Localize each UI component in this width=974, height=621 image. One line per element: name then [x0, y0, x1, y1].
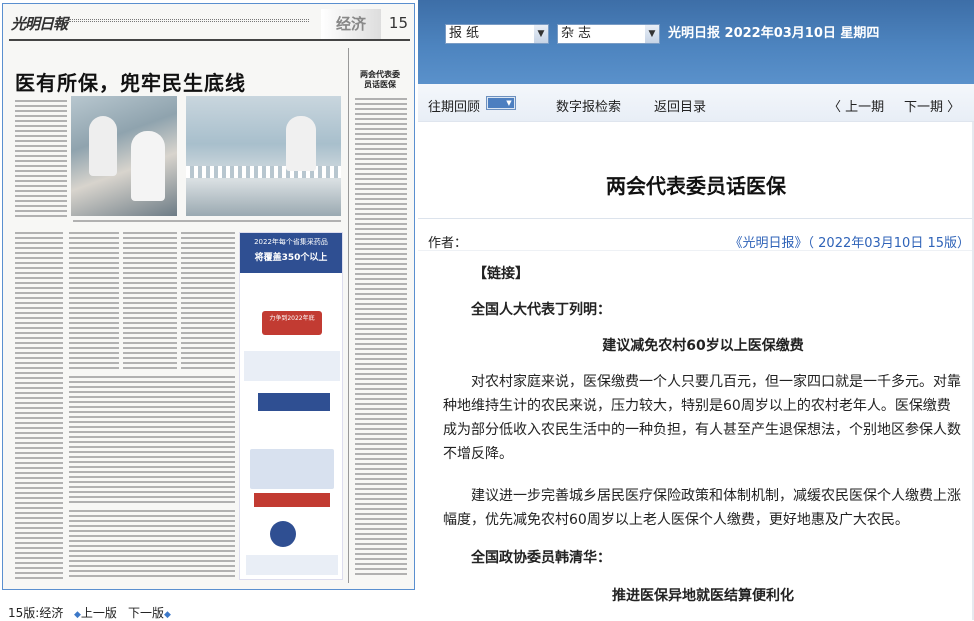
author-label: 作者：: [428, 236, 468, 251]
infographic-title-small: 2022年每个省集采药品: [254, 238, 328, 246]
chevron-down-icon[interactable]: ▼: [504, 98, 514, 108]
calendar-icon[interactable]: [488, 98, 504, 108]
issue-date-line: 光明日报 2022年03月10日 星期四: [668, 26, 880, 41]
next-page-link[interactable]: 下一版◆: [128, 604, 171, 621]
next-issue-link[interactable]: 下一期 〉: [904, 96, 960, 115]
triangle-left-icon: ◆: [74, 610, 81, 620]
infographic-block: [258, 393, 330, 411]
infographic[interactable]: 2022年每个省集采药品 将覆盖350个以上 力争到2022年底: [239, 232, 343, 580]
photo-caption: [73, 220, 341, 224]
coins-icon: [270, 521, 296, 547]
newspaper-panel: 光明日報 经济 15 医有所保，兜牢民生底线 2022年每个省集采药品 将覆盖3…: [0, 0, 418, 620]
article-paragraph: 建议进一步完善城乡居民医疗保险政策和体制机制，减缓农民医保个人缴费上涨幅度，优先…: [443, 488, 961, 528]
article-source-link[interactable]: 《光明日报》（ 2022年03月10日 15版）: [730, 232, 970, 251]
news-photo-factory: [186, 96, 341, 216]
deputy-name: 全国人大代表丁列明：: [471, 302, 611, 318]
news-photo-doctor: [71, 96, 177, 216]
infographic-footer: [246, 555, 338, 575]
newspaper-headline[interactable]: 医有所保，兜牢民生底线: [15, 67, 246, 96]
article-text-block[interactable]: [69, 510, 235, 580]
infographic-block: [244, 351, 340, 381]
article-reader: 报纸 ▼ 杂志 ▼ 光明日报 2022年03月10日 星期四 往期回顾 ▼ 数字…: [418, 0, 974, 620]
side-column[interactable]: 两会代表委员话医保: [348, 48, 410, 583]
triangle-right-icon: ◆: [164, 610, 171, 620]
prev-page-link[interactable]: ◆上一版: [74, 604, 117, 621]
chevron-down-icon[interactable]: ▼: [645, 25, 659, 43]
article-text-block[interactable]: [15, 232, 63, 582]
past-issues-link[interactable]: 往期回顾: [428, 96, 480, 115]
deputy-name: 全国政协委员韩清华：: [471, 550, 611, 566]
divider: [418, 218, 974, 219]
article-body: 两会代表委员话医保 作者： 《光明日报》（ 2022年03月10日 15版） 【…: [418, 122, 974, 620]
newspaper-select[interactable]: 报纸 ▼: [445, 24, 549, 44]
article-text-block[interactable]: [69, 232, 119, 372]
side-column-text[interactable]: [355, 98, 407, 578]
infographic-target-pill: 力争到2022年底: [262, 311, 322, 335]
page-section-label: 经济: [321, 9, 381, 39]
divider: [418, 250, 974, 251]
magazine-select[interactable]: 杂志 ▼: [557, 24, 660, 44]
current-page-label: 15版:经济: [8, 606, 64, 620]
link-label: 【链接】: [473, 266, 529, 282]
chevron-down-icon[interactable]: ▼: [534, 25, 548, 43]
section-subtitle: 推进医保异地就医结算便利化: [612, 588, 794, 604]
masthead-info-line: [69, 19, 309, 22]
back-to-index-link[interactable]: 返回目录: [654, 96, 706, 115]
infographic-header: 2022年每个省集采药品 将覆盖350个以上: [240, 233, 342, 273]
article-title: 两会代表委员话医保: [606, 174, 786, 198]
article-text-block[interactable]: [69, 376, 235, 506]
issue-nav-bar: 往期回顾 ▼ 数字报检索 返回目录 〈 上一期 下一期 〉: [418, 84, 974, 122]
article-text-block[interactable]: [181, 232, 235, 372]
chevron-right-icon: 〉: [943, 100, 961, 115]
newspaper-masthead: 光明日報 经济 15: [9, 9, 410, 41]
article-text-block[interactable]: [123, 232, 177, 372]
page-number: 15: [388, 14, 408, 32]
section-subtitle: 建议减免农村60岁以上医保缴费: [602, 338, 804, 354]
side-column-title[interactable]: 两会代表委员话医保: [357, 70, 403, 90]
chevron-left-icon: 〈: [828, 100, 846, 115]
infographic-block: [254, 493, 330, 507]
infographic-title-big: 将覆盖350个以上: [254, 253, 328, 263]
page-navigation: 15版:经济 ◆上一版 下一版◆: [0, 600, 418, 620]
newspaper-logo: 光明日報: [11, 15, 68, 33]
newspaper-page-image[interactable]: 光明日報 经济 15 医有所保，兜牢民生底线 2022年每个省集采药品 将覆盖3…: [2, 3, 415, 590]
infographic-block: [250, 449, 334, 489]
top-toolbar: 报纸 ▼ 杂志 ▼ 光明日报 2022年03月10日 星期四: [418, 0, 974, 84]
article-text-block[interactable]: [15, 100, 67, 218]
calendar-picker[interactable]: ▼: [486, 96, 516, 110]
digital-search-link[interactable]: 数字报检索: [556, 96, 621, 115]
previous-issue-link[interactable]: 〈 上一期: [828, 96, 884, 115]
article-paragraph: 对农村家庭来说，医保缴费一个人只要几百元，但一家四口就是一千多元。对靠种地维持生…: [443, 374, 961, 462]
